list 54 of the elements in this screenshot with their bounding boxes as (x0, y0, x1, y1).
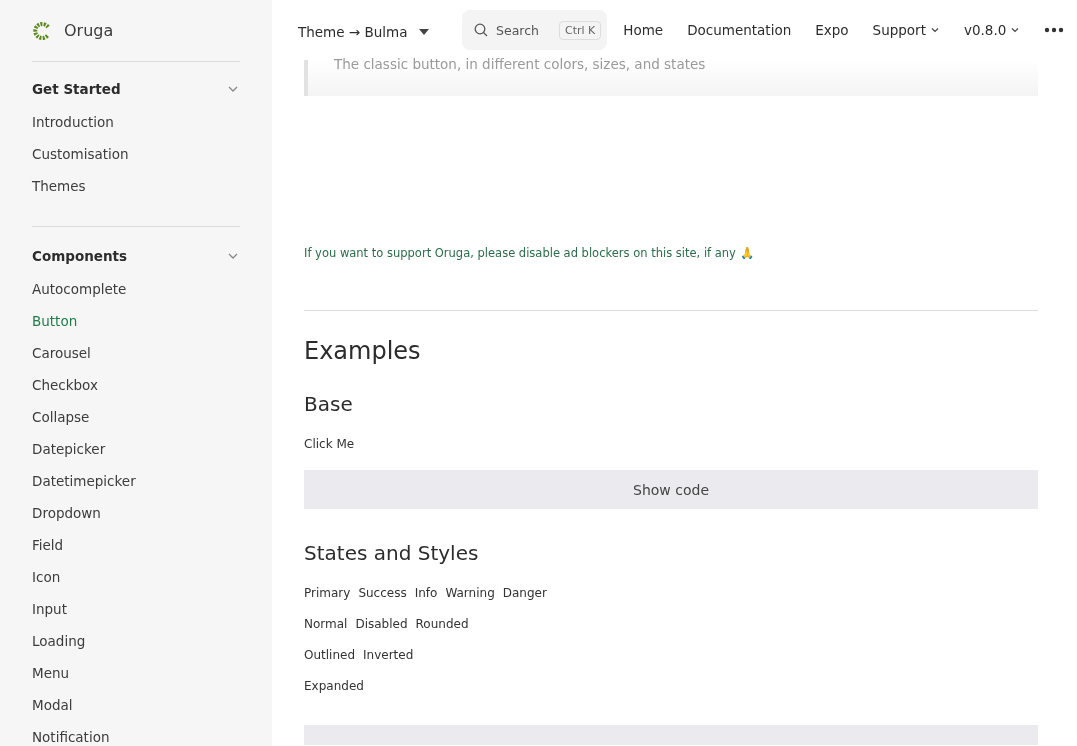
section-heading: Base (304, 392, 354, 416)
logo-icon (32, 20, 52, 41)
sidebar-link[interactable]: Datepicker (32, 433, 240, 465)
nav-link[interactable]: Expo (815, 22, 849, 38)
demo-button[interactable]: Outlined (304, 647, 356, 664)
shortcut-key: Ctrl K (558, 20, 602, 40)
nav-link[interactable]: Home (623, 22, 664, 38)
demo-button[interactable]: Normal (304, 616, 348, 633)
search-field[interactable]: Search Ctrl K (462, 10, 608, 50)
sidebar-link[interactable]: Loading (32, 625, 240, 657)
sidebar-link[interactable]: Modal (32, 689, 240, 721)
demo-button[interactable]: Click Me (304, 436, 355, 453)
section-heading: States and Styles (304, 541, 480, 565)
sidebar-link[interactable]: Button (32, 305, 240, 337)
demo-button[interactable]: Inverted (363, 647, 414, 664)
sidebar-link[interactable]: Collapse (32, 401, 240, 433)
demo-button[interactable]: Danger (502, 585, 547, 602)
logo-text: Oruga (64, 21, 114, 40)
nav-link[interactable]: Documentation (687, 22, 792, 38)
nav-menu[interactable]: v0.8.0 (963, 22, 1021, 38)
demo-button[interactable]: Expanded (304, 678, 364, 695)
sidebar-link[interactable]: Checkbox (32, 369, 240, 401)
sidebar-link[interactable]: Autocomplete (32, 273, 240, 305)
demo-button[interactable]: Disabled (355, 616, 408, 633)
sidebar-link[interactable]: Notification (32, 721, 240, 746)
more-icon[interactable] (1044, 27, 1065, 33)
demo-button[interactable]: Success (358, 585, 407, 602)
sidebar-link[interactable]: Field (32, 529, 240, 561)
sidebar-link[interactable]: Dropdown (32, 497, 240, 529)
search-placeholder: Search (496, 22, 539, 38)
chevron-down-icon (1010, 25, 1021, 35)
lead-text: The classic button, in different colors, sizes, and states (334, 56, 706, 72)
demo-button[interactable]: Warning (445, 585, 495, 602)
chevron-down-icon (929, 25, 940, 35)
section-title: Get Started (32, 81, 121, 97)
show-code-button[interactable]: Show code (304, 470, 1038, 509)
theme-selector[interactable]: Theme → Bulma (298, 24, 462, 40)
sidebar-link[interactable]: Customisation (32, 138, 240, 170)
sidebar-link[interactable]: Datetimepicker (32, 465, 240, 497)
sidebar-link[interactable]: Introduction (32, 106, 240, 138)
sidebar-link[interactable]: Icon (32, 561, 240, 593)
sidebar-link[interactable]: Themes (32, 170, 240, 202)
page-heading: Examples (304, 337, 422, 365)
section-title: Components (32, 248, 128, 264)
sidebar-link[interactable]: Menu (32, 657, 240, 689)
demo-button[interactable]: Primary (304, 585, 351, 602)
demo-button[interactable]: Info (414, 585, 438, 602)
sidebar-link[interactable]: Input (32, 593, 240, 625)
ad-note: If you want to support Oruga, please disable ad blockers on this site, if any 🙏 (304, 246, 755, 260)
sidebar-link[interactable]: Carousel (32, 337, 240, 369)
search-icon (474, 23, 488, 37)
demo-button[interactable]: Rounded (415, 616, 469, 633)
nav-menu[interactable]: Support (872, 22, 940, 38)
caret-icon (419, 28, 430, 36)
